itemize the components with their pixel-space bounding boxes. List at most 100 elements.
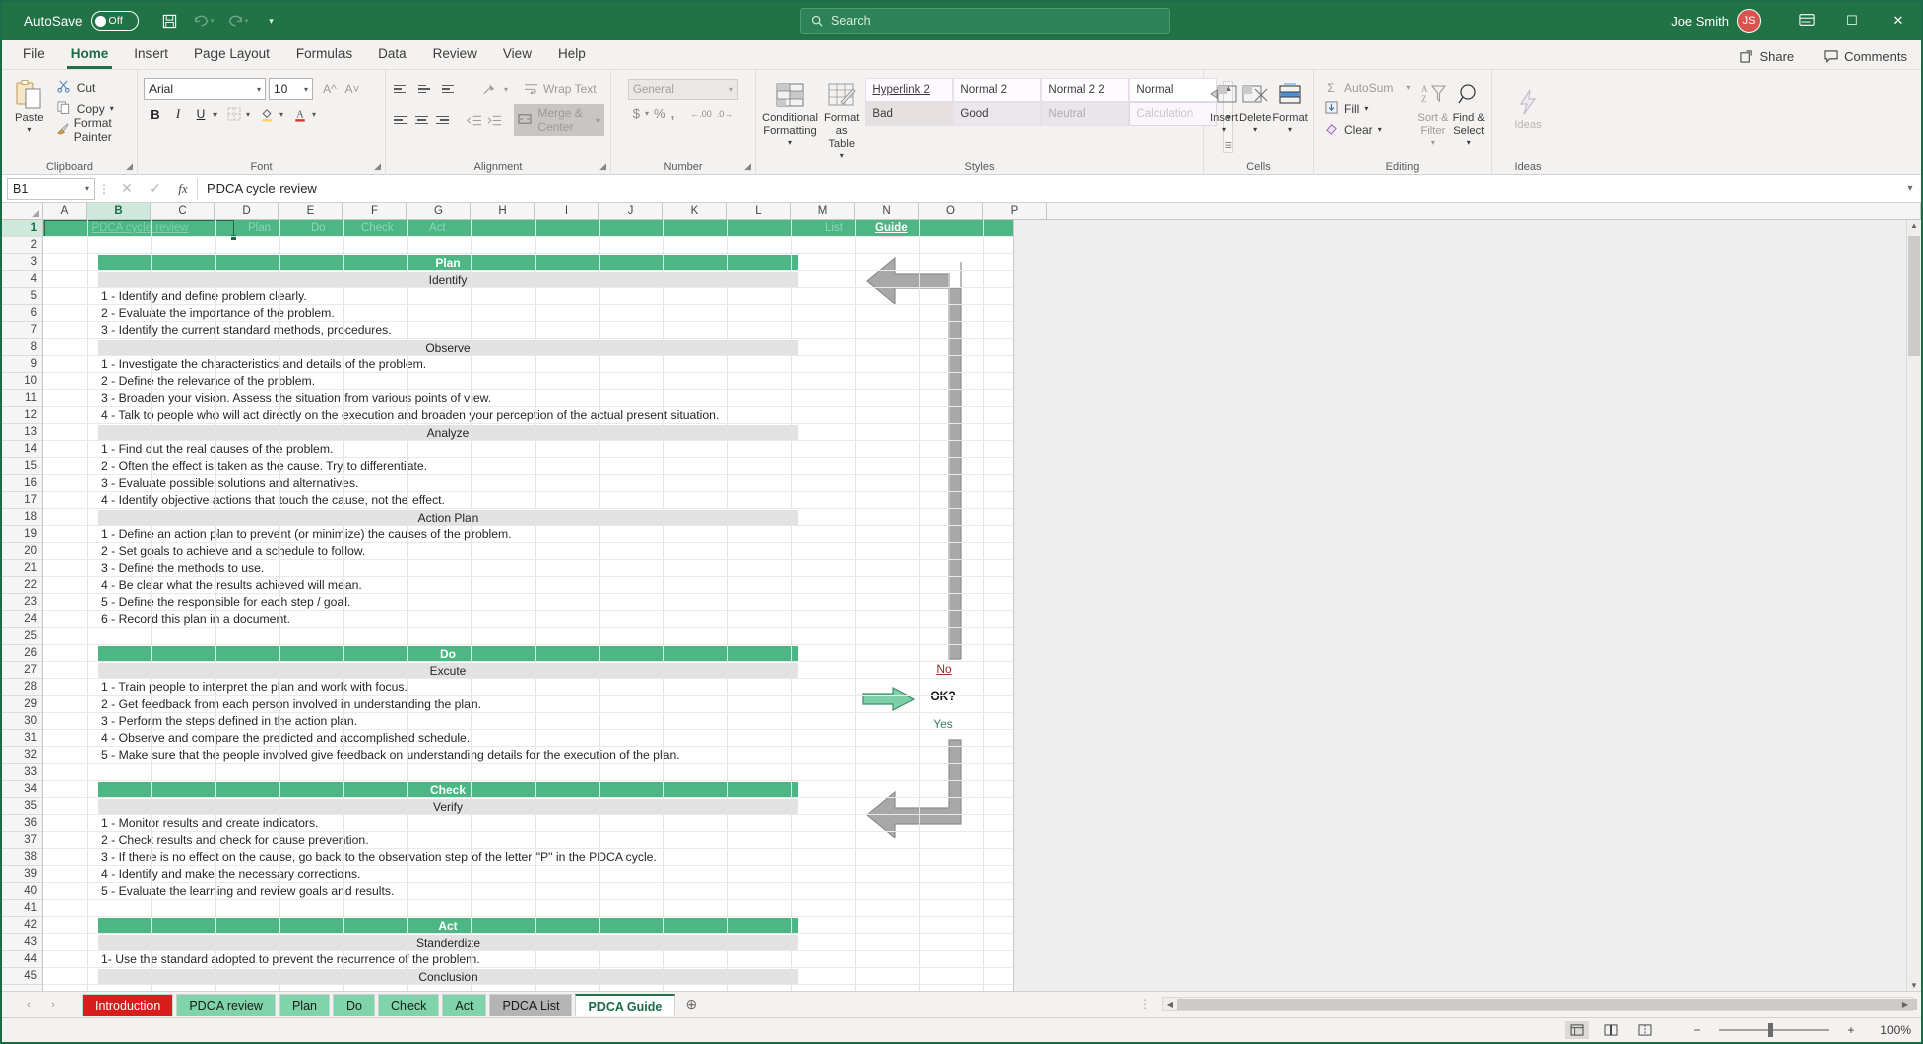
tab-data[interactable]: Data bbox=[365, 39, 420, 69]
currency-chevron-down-icon[interactable]: ▾ bbox=[645, 109, 649, 118]
row-header-20[interactable]: 20 bbox=[2, 543, 42, 560]
row-header-36[interactable]: 36 bbox=[2, 815, 42, 832]
tab-formulas[interactable]: Formulas bbox=[283, 39, 365, 69]
formula-input[interactable]: PDCA cycle review bbox=[197, 177, 1899, 200]
row-header-32[interactable]: 32 bbox=[2, 747, 42, 764]
row-header-23[interactable]: 23 bbox=[2, 594, 42, 611]
borders-button[interactable] bbox=[223, 103, 245, 125]
find-select-button[interactable]: Find & Select ▾ bbox=[1452, 75, 1485, 175]
row-header-18[interactable]: 18 bbox=[2, 509, 42, 526]
scroll-down-icon[interactable]: ▼ bbox=[1907, 981, 1921, 990]
minimize-button[interactable]: ─ bbox=[1783, 2, 1829, 40]
select-all-button[interactable] bbox=[2, 203, 43, 219]
number-format-chevron-down-icon[interactable]: ▾ bbox=[729, 85, 733, 94]
user-account[interactable]: Joe Smith JS bbox=[1671, 2, 1761, 40]
row-header-4[interactable]: 4 bbox=[2, 271, 42, 288]
vertical-scroll-thumb[interactable] bbox=[1908, 236, 1920, 356]
clipboard-dialog-launcher-icon[interactable]: ◢ bbox=[126, 161, 133, 172]
row-header-41[interactable]: 41 bbox=[2, 900, 42, 917]
scroll-up-icon[interactable]: ▲ bbox=[1907, 221, 1921, 230]
row-header-25[interactable]: 25 bbox=[2, 628, 42, 645]
share-button[interactable]: Share bbox=[1732, 47, 1802, 66]
row-header-7[interactable]: 7 bbox=[2, 322, 42, 339]
column-header-L[interactable]: L bbox=[727, 203, 791, 219]
italic-button[interactable]: I bbox=[167, 103, 189, 125]
align-bottom-button[interactable] bbox=[440, 79, 460, 99]
row-header-29[interactable]: 29 bbox=[2, 696, 42, 713]
style-good[interactable]: Good bbox=[953, 102, 1042, 126]
format-chevron-down-icon[interactable]: ▾ bbox=[1288, 125, 1292, 134]
sheet-tab-introduction[interactable]: Introduction bbox=[82, 993, 174, 1016]
paste-chevron-down-icon[interactable]: ▾ bbox=[27, 125, 31, 134]
merge-chevron-down-icon[interactable]: ▾ bbox=[596, 116, 600, 125]
font-color-button[interactable]: A bbox=[289, 103, 311, 125]
sheet-nav-next[interactable]: › bbox=[42, 994, 64, 1016]
scroll-right-icon[interactable]: ▶ bbox=[1898, 1000, 1912, 1009]
confirm-icon[interactable]: ✓ bbox=[141, 180, 169, 197]
row-header-35[interactable]: 35 bbox=[2, 798, 42, 815]
orientation-chevron-down-icon[interactable]: ▾ bbox=[504, 85, 508, 94]
bold-button[interactable]: B bbox=[144, 103, 166, 125]
expand-formula-bar-icon[interactable]: ▾ bbox=[1899, 183, 1921, 194]
row-header-30[interactable]: 30 bbox=[2, 713, 42, 730]
name-box[interactable]: B1 ▾ bbox=[7, 177, 95, 200]
redo-icon[interactable]: ▾ bbox=[223, 7, 253, 35]
format-as-table-chevron-down-icon[interactable]: ▾ bbox=[840, 151, 844, 160]
insert-function-icon[interactable]: fx bbox=[169, 181, 197, 197]
sort-filter-button[interactable]: AZ Sort & Filter ▾ bbox=[1417, 75, 1448, 175]
save-icon[interactable] bbox=[155, 7, 185, 35]
tab-review[interactable]: Review bbox=[420, 39, 490, 69]
row-header-40[interactable]: 40 bbox=[2, 883, 42, 900]
horizontal-scroll-thumb[interactable] bbox=[1177, 998, 1917, 1010]
align-left-button[interactable] bbox=[392, 110, 409, 130]
sheet-tab-act[interactable]: Act bbox=[442, 993, 487, 1016]
tab-home[interactable]: Home bbox=[58, 39, 122, 69]
decrease-font-size-button[interactable]: A˅ bbox=[341, 78, 363, 100]
horizontal-scrollbar[interactable]: ◀ ▶ bbox=[1162, 997, 1917, 1011]
row-header-6[interactable]: 6 bbox=[2, 305, 42, 322]
style-hyperlink-2[interactable]: Hyperlink 2 bbox=[865, 78, 954, 102]
format-painter-button[interactable]: Format Painter bbox=[53, 116, 131, 144]
column-header-A[interactable]: A bbox=[43, 203, 87, 219]
row-header-15[interactable]: 15 bbox=[2, 458, 42, 475]
style-neutral[interactable]: Neutral bbox=[1041, 102, 1130, 126]
row-header-43[interactable]: 43 bbox=[2, 934, 42, 951]
autosave-toggle[interactable]: Off bbox=[90, 11, 139, 31]
clear-chevron-down-icon[interactable]: ▾ bbox=[1378, 125, 1382, 134]
sheet-tab-plan[interactable]: Plan bbox=[278, 993, 330, 1016]
number-format-select[interactable]: General ▾ bbox=[628, 79, 738, 100]
name-box-chevron-down-icon[interactable]: ▾ bbox=[85, 184, 89, 193]
search-input[interactable]: Search bbox=[800, 8, 1170, 34]
tab-help[interactable]: Help bbox=[545, 39, 599, 69]
maximize-button[interactable]: ☐ bbox=[1829, 2, 1875, 40]
comma-button[interactable]: , bbox=[671, 106, 675, 121]
autosave-control[interactable]: AutoSave Off bbox=[24, 11, 139, 31]
orientation-button[interactable] bbox=[478, 78, 500, 100]
find-select-chevron-down-icon[interactable]: ▾ bbox=[1467, 138, 1471, 147]
column-header-C[interactable]: C bbox=[151, 203, 215, 219]
column-header-O[interactable]: O bbox=[919, 203, 983, 219]
vertical-scrollbar[interactable]: ▲ ▼ bbox=[1906, 220, 1921, 991]
percent-button[interactable]: % bbox=[654, 106, 666, 121]
row-header-17[interactable]: 17 bbox=[2, 492, 42, 509]
row-header-8[interactable]: 8 bbox=[2, 339, 42, 356]
increase-decimal-button[interactable]: ←.00 bbox=[690, 109, 712, 119]
row-header-44[interactable]: 44 bbox=[2, 951, 42, 968]
row-header-10[interactable]: 10 bbox=[2, 373, 42, 390]
row-header-11[interactable]: 11 bbox=[2, 390, 42, 407]
sheet-tab-pdca-guide[interactable]: PDCA Guide bbox=[575, 993, 676, 1016]
align-top-button[interactable] bbox=[392, 79, 412, 99]
column-header-K[interactable]: K bbox=[663, 203, 727, 219]
row-header-42[interactable]: 42 bbox=[2, 917, 42, 934]
scroll-left-icon[interactable]: ◀ bbox=[1163, 1000, 1177, 1009]
style-bad[interactable]: Bad bbox=[865, 102, 954, 126]
sheet-tab-do[interactable]: Do bbox=[333, 993, 375, 1016]
add-sheet-button[interactable]: ⊕ bbox=[678, 994, 704, 1016]
row-header-16[interactable]: 16 bbox=[2, 475, 42, 492]
wrap-text-button[interactable]: Wrap Text bbox=[524, 82, 597, 97]
cells-area[interactable]: PDCA cycle review Plan Do Check Act List… bbox=[43, 220, 1921, 991]
copy-chevron-down-icon[interactable]: ▾ bbox=[110, 104, 114, 113]
align-right-button[interactable] bbox=[434, 110, 451, 130]
row-header-34[interactable]: 34 bbox=[2, 781, 42, 798]
row-header-37[interactable]: 37 bbox=[2, 832, 42, 849]
